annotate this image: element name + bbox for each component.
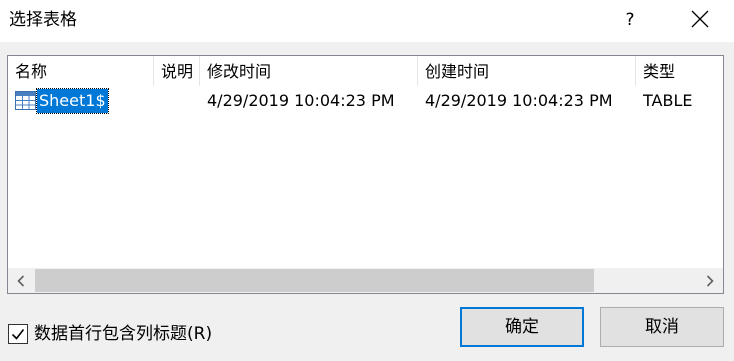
- column-header-created[interactable]: 创建时间: [418, 56, 636, 86]
- ok-button[interactable]: 确定: [460, 307, 584, 347]
- chevron-left-icon: [17, 275, 25, 287]
- row-name-cell[interactable]: Sheet1$: [36, 88, 109, 114]
- scroll-left-button[interactable]: [8, 268, 34, 293]
- chevron-right-icon: [706, 275, 714, 287]
- row-created-cell: 4/29/2019 10:04:23 PM: [425, 91, 613, 110]
- list-header: 名称 说明 修改时间 创建时间 类型: [8, 56, 723, 86]
- checkmark-icon: [11, 329, 25, 340]
- table-list[interactable]: 名称 说明 修改时间 创建时间 类型 Sheet1$ 4/29/2019 10:…: [7, 55, 724, 294]
- scroll-thumb[interactable]: [35, 269, 594, 292]
- row-type-cell: TABLE: [643, 91, 693, 110]
- cancel-button[interactable]: 取消: [600, 307, 724, 347]
- title-bar: 选择表格 ?: [0, 0, 734, 42]
- row-modified-cell: 4/29/2019 10:04:23 PM: [207, 91, 395, 110]
- column-header-type[interactable]: 类型: [636, 56, 723, 86]
- help-button[interactable]: ?: [612, 6, 648, 34]
- close-button[interactable]: [682, 6, 718, 34]
- table-row[interactable]: Sheet1$ 4/29/2019 10:04:23 PM 4/29/2019 …: [8, 88, 723, 114]
- scroll-right-button[interactable]: [697, 268, 723, 293]
- first-row-headers-label[interactable]: 数据首行包含列标题(R): [34, 322, 212, 346]
- table-icon: [15, 91, 36, 110]
- close-icon: [691, 10, 709, 28]
- horizontal-scrollbar[interactable]: [8, 268, 723, 293]
- column-header-name[interactable]: 名称: [8, 56, 154, 86]
- column-header-modified[interactable]: 修改时间: [200, 56, 418, 86]
- column-header-description[interactable]: 说明: [154, 56, 200, 86]
- dialog-title: 选择表格: [9, 10, 77, 30]
- first-row-headers-checkbox[interactable]: [8, 324, 28, 344]
